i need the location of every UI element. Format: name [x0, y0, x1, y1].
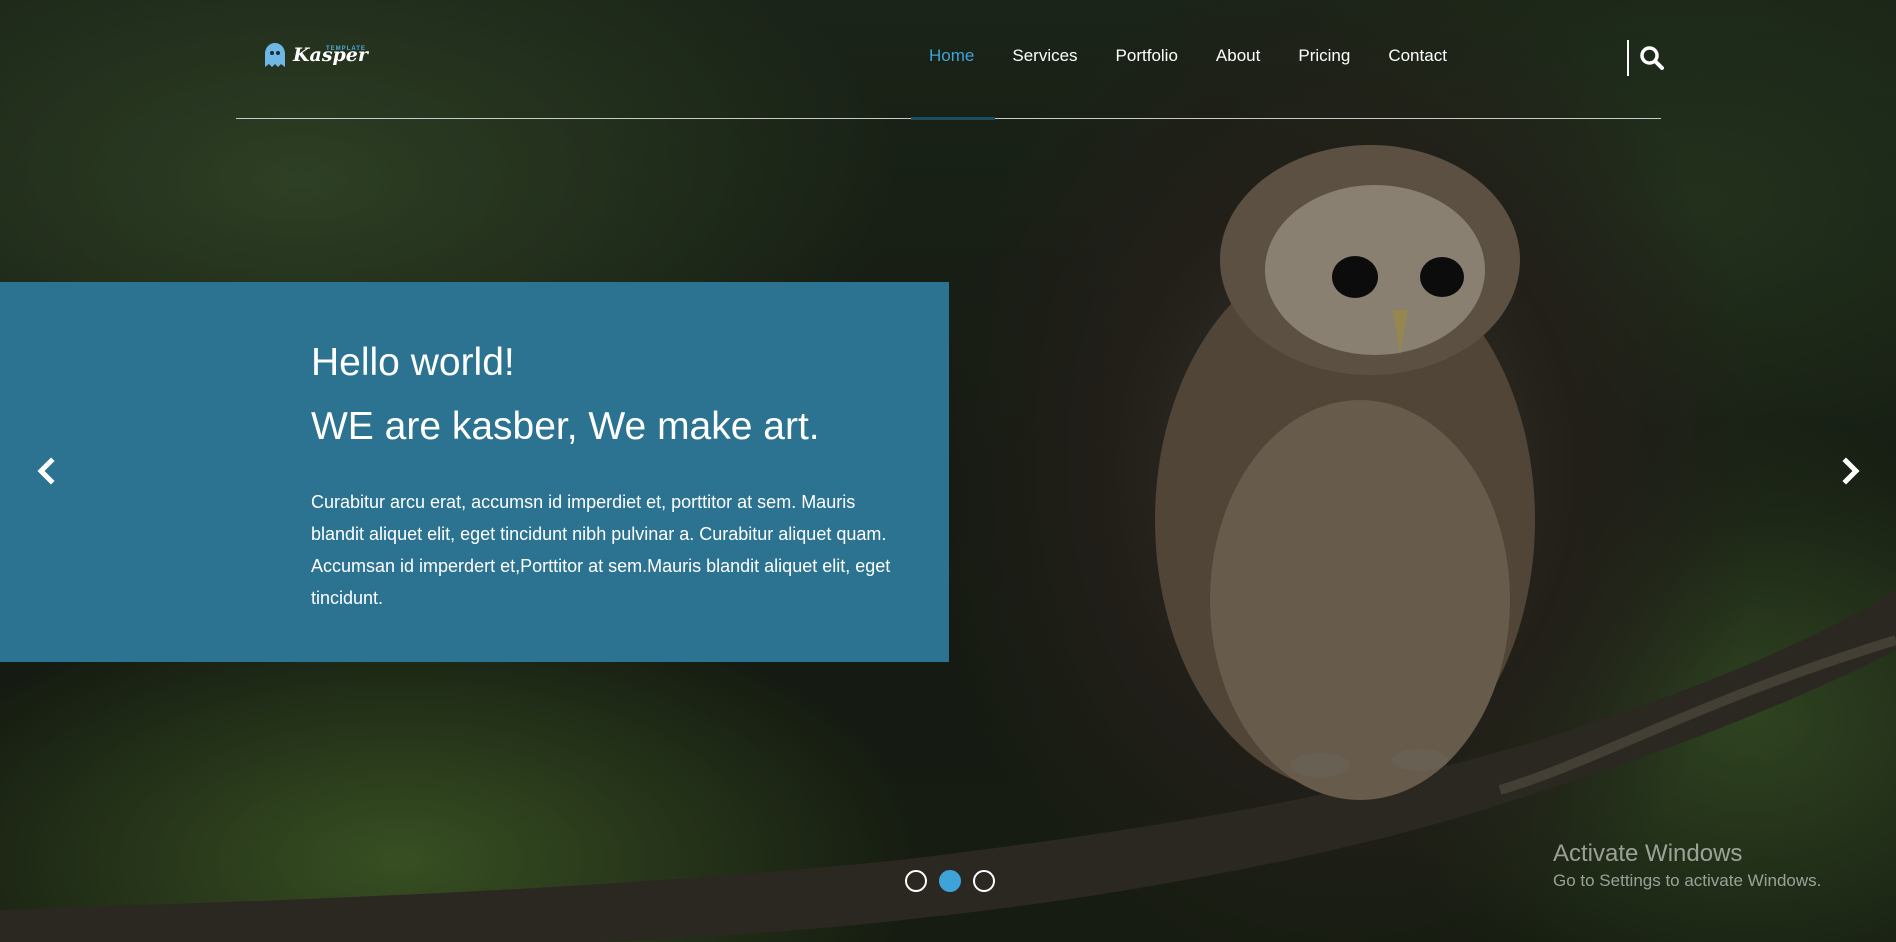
nav-active-indicator	[911, 117, 995, 120]
main-nav: Home Services Portfolio About Pricing Co…	[929, 46, 1485, 66]
windows-activation-watermark: Activate Windows Go to Settings to activ…	[1553, 839, 1821, 893]
logo[interactable]: Kasper TEMPLATE	[263, 42, 368, 68]
carousel-dot-1[interactable]	[905, 870, 927, 892]
hero-title: Hello world!	[311, 341, 515, 384]
page: Kasper TEMPLATE Home Services Portfolio …	[0, 0, 1896, 942]
nav-item-contact[interactable]: Contact	[1388, 46, 1447, 66]
hero-subtitle: WE are kasber, We make art.	[311, 405, 820, 448]
search-divider	[1627, 40, 1629, 76]
carousel-dot-3[interactable]	[973, 870, 995, 892]
chevron-left-icon[interactable]	[32, 456, 62, 486]
nav-item-home[interactable]: Home	[929, 46, 974, 66]
nav-item-services[interactable]: Services	[1012, 46, 1077, 66]
logo-tagline: TEMPLATE	[326, 46, 366, 52]
hero-description: Curabitur arcu erat, accumsn id imperdie…	[311, 492, 891, 608]
carousel-dot-2[interactable]	[939, 870, 961, 892]
nav-item-about[interactable]: About	[1216, 46, 1260, 66]
nav-item-portfolio[interactable]: Portfolio	[1116, 46, 1178, 66]
ghost-logo-icon	[265, 43, 285, 67]
watermark-subtitle: Go to Settings to activate Windows.	[1553, 871, 1822, 890]
search-icon[interactable]	[1639, 45, 1665, 71]
nav-item-pricing[interactable]: Pricing	[1298, 46, 1350, 66]
chevron-right-icon[interactable]	[1835, 456, 1865, 486]
carousel-indicators	[905, 870, 995, 892]
logo-text: Kasper TEMPLATE	[293, 43, 368, 67]
watermark-title: Activate Windows	[1553, 840, 1743, 867]
